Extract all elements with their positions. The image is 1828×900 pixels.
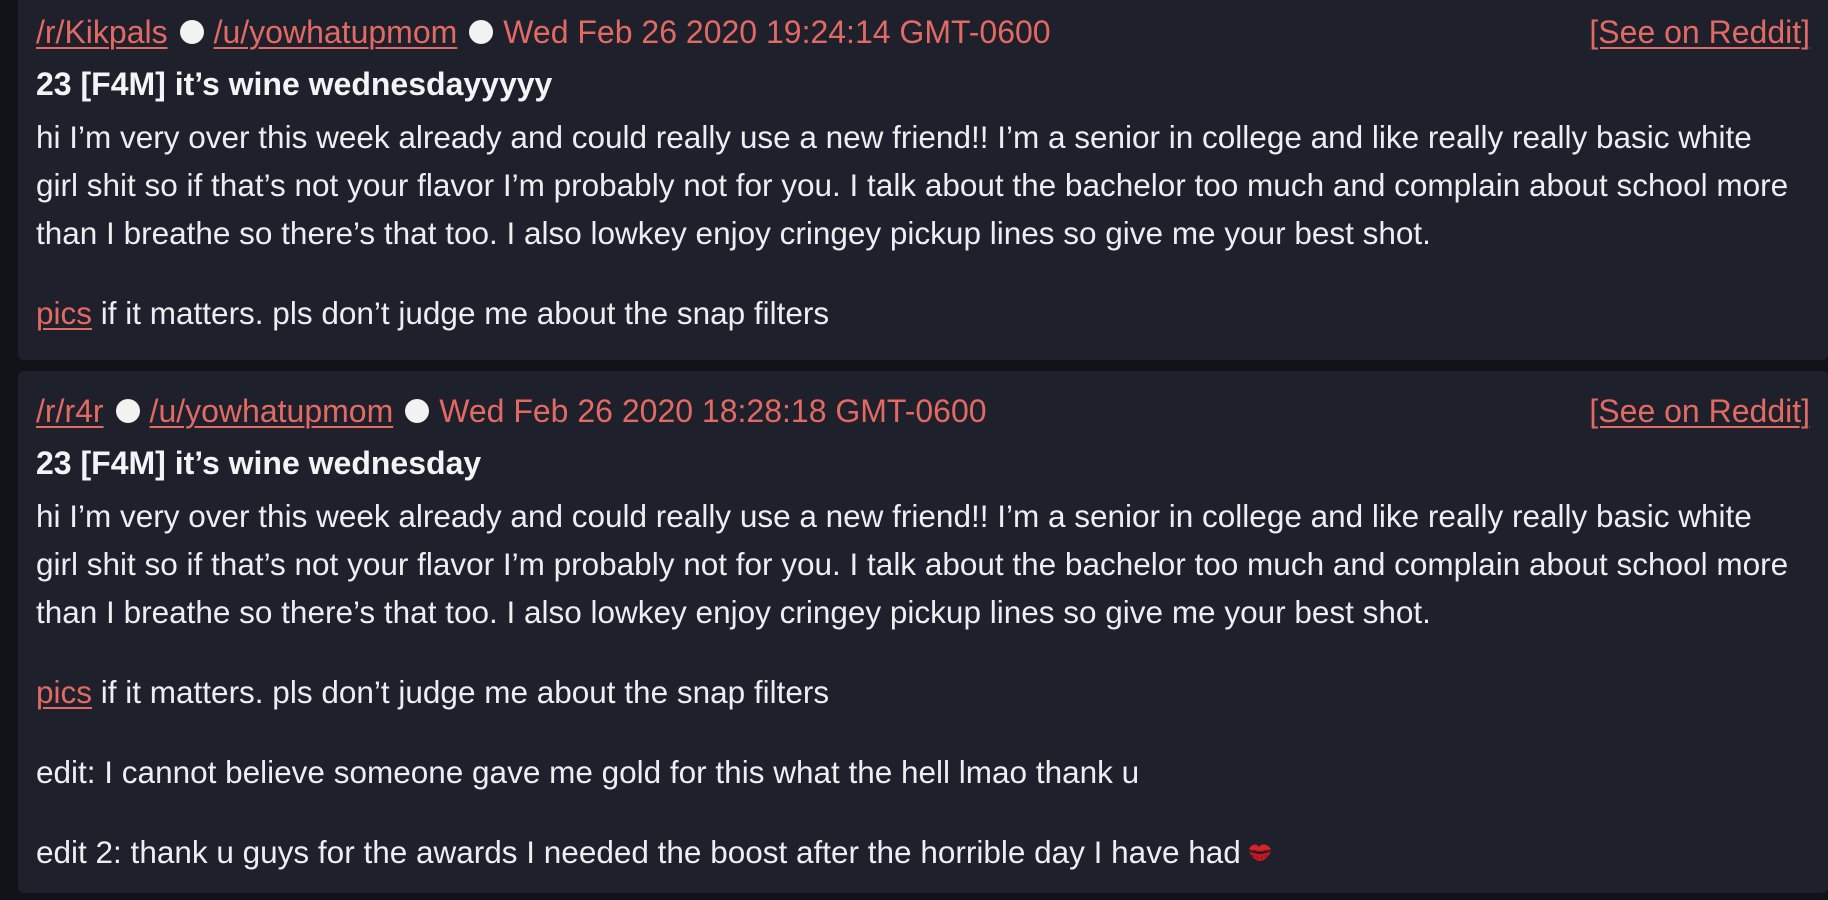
edit-note-text: edit 2: thank u guys for the awards I ne… — [36, 834, 1241, 870]
subreddit-link[interactable]: /r/Kikpals — [36, 14, 168, 51]
pics-link[interactable]: pics — [36, 295, 92, 331]
see-on-reddit-link[interactable]: [See on Reddit] — [1589, 14, 1810, 51]
post-title: 23 [F4M] it’s wine wednesday — [36, 445, 482, 481]
user-link[interactable]: /u/yowhatupmom — [214, 14, 458, 51]
post-paragraph: pics if it matters. pls don’t judge me a… — [36, 289, 1800, 337]
post-meta: /r/Kikpals /u/yowhatupmom Wed Feb 26 202… — [36, 10, 1810, 54]
kiss-mark-icon — [1247, 831, 1273, 861]
post-title: 23 [F4M] it’s wine wednesdayyyyy — [36, 66, 553, 102]
separator-dot — [179, 20, 204, 44]
separator-dot — [405, 399, 430, 423]
separator-dot — [469, 20, 494, 44]
post-body: hi I’m very over this week already and c… — [36, 492, 1800, 876]
post-feed: /r/Kikpals /u/yowhatupmom Wed Feb 26 202… — [0, 0, 1828, 900]
pics-caption: if it matters. pls don’t judge me about … — [92, 674, 830, 710]
see-on-reddit-link[interactable]: [See on Reddit] — [1589, 393, 1810, 430]
post-body: hi I’m very over this week already and c… — [36, 113, 1800, 337]
post-paragraph: hi I’m very over this week already and c… — [36, 498, 1789, 630]
post-date: Wed Feb 26 2020 19:24:14 GMT-0600 — [503, 13, 1051, 50]
post-paragraph: hi I’m very over this week already and c… — [36, 119, 1789, 251]
edit-note: edit: I cannot believe someone gave me g… — [36, 754, 1140, 790]
subreddit-link[interactable]: /r/r4r — [36, 393, 104, 430]
post-card: /r/Kikpals /u/yowhatupmom Wed Feb 26 202… — [18, 0, 1828, 360]
user-link[interactable]: /u/yowhatupmom — [150, 393, 394, 430]
post-paragraph: pics if it matters. pls don’t judge me a… — [36, 668, 1800, 716]
separator-dot — [115, 399, 140, 423]
pics-link[interactable]: pics — [36, 674, 92, 710]
post-date: Wed Feb 26 2020 18:28:18 GMT-0600 — [439, 392, 987, 429]
post-card: /r/r4r /u/yowhatupmom Wed Feb 26 2020 18… — [18, 371, 1828, 893]
edit-note: edit 2: thank u guys for the awards I ne… — [36, 828, 1800, 876]
pics-caption: if it matters. pls don’t judge me about … — [92, 295, 830, 331]
post-meta: /r/r4r /u/yowhatupmom Wed Feb 26 2020 18… — [36, 389, 1810, 433]
